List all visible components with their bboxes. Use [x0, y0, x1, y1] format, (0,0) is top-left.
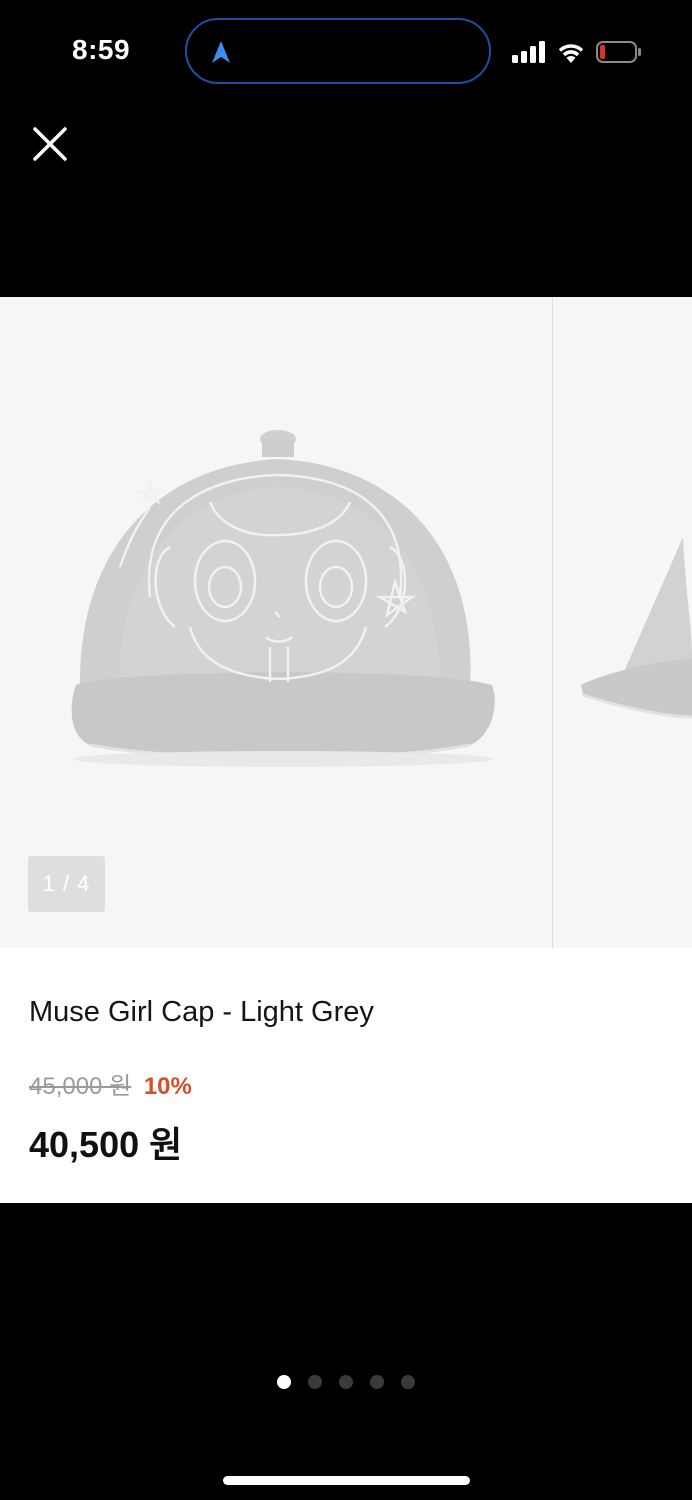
page-dot-active[interactable] [277, 1375, 291, 1389]
dynamic-island[interactable] [185, 18, 491, 84]
status-time: 8:59 [72, 34, 131, 65]
sale-price: 40,500 원 [29, 1124, 183, 1165]
product-card[interactable]: 1 / 4 Muse Girl Cap - Light Grey 45,000 … [0, 297, 692, 1203]
product-info: Muse Girl Cap - Light Grey 45,000 원 10% … [0, 948, 692, 1203]
cap-image [71, 430, 495, 767]
page-indicator [277, 1375, 415, 1389]
image-carousel[interactable]: 1 / 4 [0, 297, 692, 948]
original-price: 45,000 원 [29, 1073, 132, 1100]
battery-low-icon [596, 41, 641, 63]
page-dot[interactable] [308, 1375, 322, 1389]
home-indicator[interactable] [223, 1476, 470, 1485]
image-counter: 1 / 4 [28, 856, 105, 912]
close-icon [33, 127, 67, 161]
product-image-main[interactable]: 1 / 4 [0, 297, 552, 948]
status-bar: 8:59 [0, 0, 692, 100]
cellular-signal-icon [512, 41, 545, 63]
page-dot[interactable] [370, 1375, 384, 1389]
product-image-next[interactable] [553, 297, 692, 948]
navigation-arrow-icon [212, 41, 230, 63]
discount-rate: 10% [143, 1073, 192, 1100]
close-button[interactable] [30, 124, 70, 164]
price-row: 45,000 원 10% [29, 1066, 192, 1101]
page-dot[interactable] [339, 1375, 353, 1389]
wifi-icon [558, 44, 584, 63]
status-icons [512, 38, 642, 66]
page-dot[interactable] [401, 1375, 415, 1389]
cap-image-side [581, 537, 692, 719]
product-title[interactable]: Muse Girl Cap - Light Grey [29, 996, 374, 1029]
